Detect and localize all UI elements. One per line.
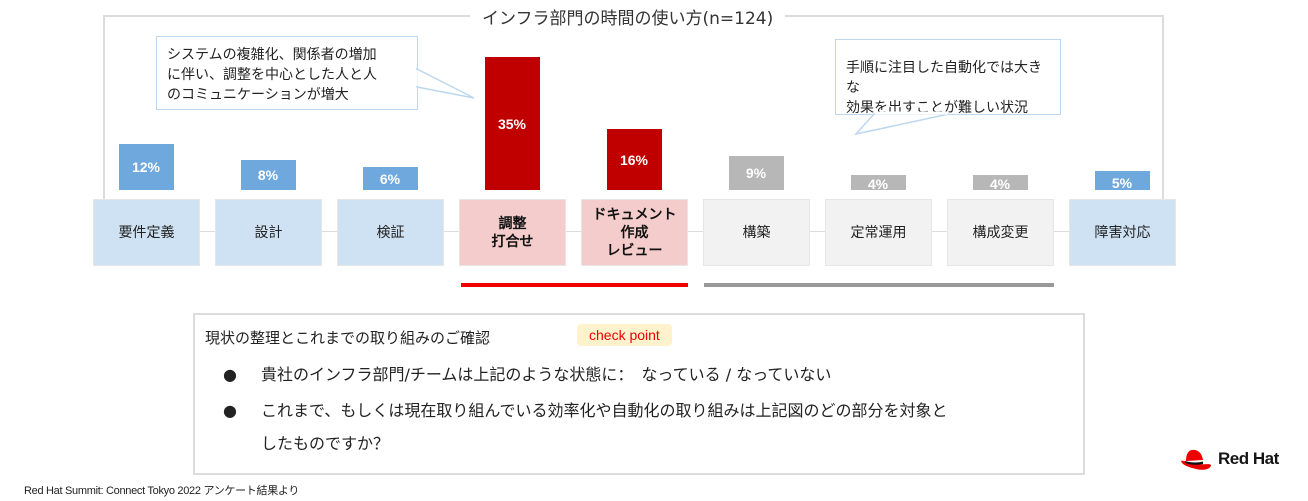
checkpoint-item-text: 貴社のインフラ部門/チームは上記のような状態に： なっている / なっていない bbox=[261, 365, 832, 384]
checkpoint-item: ● これまで、もしくは現在取り組んでいる効率化や自動化の取り組みは上記図のどの部分… bbox=[223, 397, 948, 421]
category-box: 調整 打合せ bbox=[459, 199, 566, 266]
bar-data-label: 16% bbox=[619, 151, 649, 168]
category-connector bbox=[566, 231, 581, 232]
bar-data-label: 4% bbox=[989, 176, 1011, 193]
source-footnote: Red Hat Summit: Connect Tokyo 2022 アンケート… bbox=[24, 485, 300, 497]
category-box: 要件定義 bbox=[93, 199, 200, 266]
category-label: 障害対応 bbox=[1094, 224, 1151, 241]
bar: 16% bbox=[606, 129, 662, 190]
category-connector bbox=[322, 231, 337, 232]
bar: 8% bbox=[240, 159, 296, 190]
category-box: 定常運用 bbox=[825, 199, 932, 266]
bullet-icon: ● bbox=[223, 365, 237, 384]
bar-data-label: 5% bbox=[1111, 174, 1133, 191]
bar-data-label: 4% bbox=[867, 176, 889, 193]
checkpoint-panel: 現状の整理とこれまでの取り組みのご確認 check point ● 貴社のインフラ… bbox=[193, 313, 1085, 475]
bar-data-label: 9% bbox=[745, 164, 767, 181]
category-connector bbox=[200, 231, 215, 232]
category-connector bbox=[688, 231, 703, 232]
category-box: 検証 bbox=[337, 199, 444, 266]
checkpoint-item: ● 貴社のインフラ部門/チームは上記のような状態に： なっている / なっていない bbox=[223, 361, 831, 385]
checkpoint-item-text: これまで、もしくは現在取り組んでいる効率化や自動化の取り組みは上記図のどの部分を… bbox=[261, 401, 948, 420]
category-connector bbox=[932, 231, 947, 232]
red-hat-logo: Red Hat bbox=[1180, 447, 1279, 471]
bar-data-label: 35% bbox=[497, 115, 527, 132]
bar: 6% bbox=[362, 167, 418, 190]
category-label: ドキュメント 作成 レビュー bbox=[592, 206, 677, 259]
category-box: ドキュメント 作成 レビュー bbox=[581, 199, 688, 266]
bar-data-label: 8% bbox=[257, 166, 279, 183]
category-label: 要件定義 bbox=[118, 224, 175, 241]
category-box: 構成変更 bbox=[947, 199, 1054, 266]
bullet-icon: ● bbox=[223, 401, 237, 420]
category-label: 設計 bbox=[254, 224, 283, 241]
logo-text: Red Hat bbox=[1218, 449, 1279, 468]
bar: 35% bbox=[484, 57, 540, 190]
category-box: 障害対応 bbox=[1069, 199, 1176, 266]
category-connector bbox=[810, 231, 825, 232]
red-hat-fedora-icon bbox=[1181, 449, 1211, 470]
check-point-badge: check point bbox=[577, 324, 672, 346]
highlight-operations-underline bbox=[704, 283, 1054, 287]
category-box: 設計 bbox=[215, 199, 322, 266]
bar: 4% bbox=[972, 174, 1028, 193]
category-label: 調整 打合せ bbox=[491, 215, 534, 250]
bar-data-label: 12% bbox=[131, 159, 161, 176]
category-label: 定常運用 bbox=[850, 224, 907, 241]
bar: 5% bbox=[1094, 171, 1150, 191]
category-connector bbox=[444, 231, 459, 232]
checkpoint-heading: 現状の整理とこれまでの取り組みのご確認 bbox=[205, 329, 491, 347]
bar: 4% bbox=[850, 174, 906, 193]
category-label: 構成変更 bbox=[972, 224, 1029, 241]
bar: 12% bbox=[118, 144, 174, 190]
category-label: 構築 bbox=[742, 224, 771, 241]
bar-data-label: 6% bbox=[379, 170, 401, 187]
checkpoint-item-continuation: したものですか？ bbox=[261, 434, 390, 453]
category-connector bbox=[1054, 231, 1069, 232]
category-box: 構築 bbox=[703, 199, 810, 266]
category-label: 検証 bbox=[376, 224, 405, 241]
bar: 9% bbox=[728, 155, 784, 190]
highlight-communication-underline bbox=[461, 283, 688, 287]
